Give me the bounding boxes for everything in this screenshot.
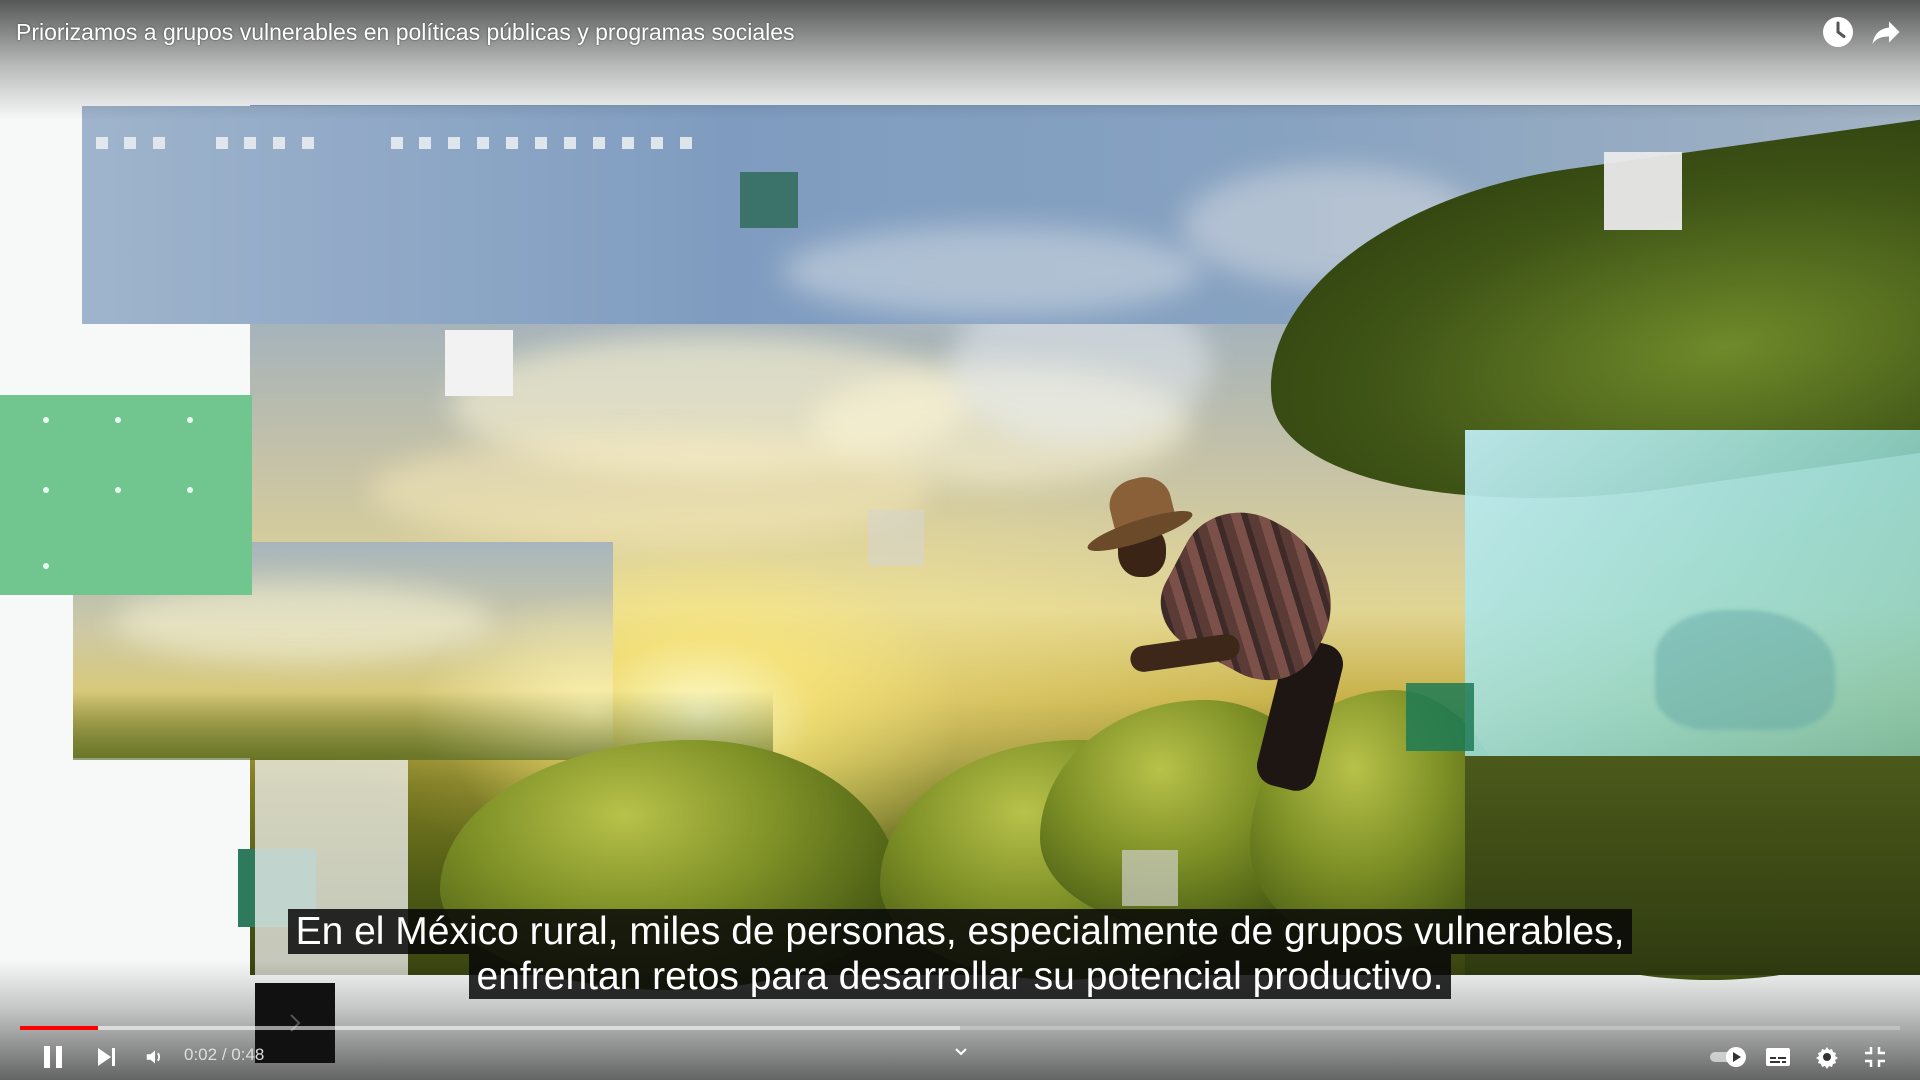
- next-icon[interactable]: [92, 1042, 122, 1072]
- share-arrow-icon[interactable]: [1868, 14, 1904, 50]
- green-block: [0, 395, 252, 595]
- chevron-down-icon[interactable]: [950, 1042, 972, 1062]
- exit-fullscreen-icon[interactable]: [1860, 1042, 1890, 1072]
- end-screen-thumbnail[interactable]: [255, 983, 335, 1063]
- progress-bar[interactable]: [20, 1026, 1900, 1030]
- clock-icon[interactable]: [1820, 14, 1856, 50]
- duration: 0:48: [231, 1045, 265, 1064]
- current-time: 0:02: [184, 1045, 218, 1064]
- caption-line: En el México rural, miles de personas, e…: [287, 909, 1633, 954]
- teal-overlay-panel: [1465, 430, 1920, 756]
- caption-line: enfrentan retos para desarrollar su pote…: [468, 954, 1452, 999]
- pause-icon[interactable]: [38, 1042, 68, 1072]
- volume-icon[interactable]: [140, 1042, 170, 1072]
- subtitles-icon[interactable]: [1763, 1042, 1793, 1072]
- video-title[interactable]: Priorizamos a grupos vulnerables en polí…: [16, 18, 795, 46]
- gear-icon[interactable]: [1812, 1042, 1842, 1072]
- progress-played: [20, 1026, 99, 1030]
- progress-buffered: [20, 1026, 960, 1030]
- video-player[interactable]: Priorizamos a grupos vulnerables en polí…: [0, 0, 1920, 1080]
- time-display: 0:02 / 0:48: [184, 1045, 265, 1064]
- autoplay-toggle-icon[interactable]: [1708, 1042, 1750, 1072]
